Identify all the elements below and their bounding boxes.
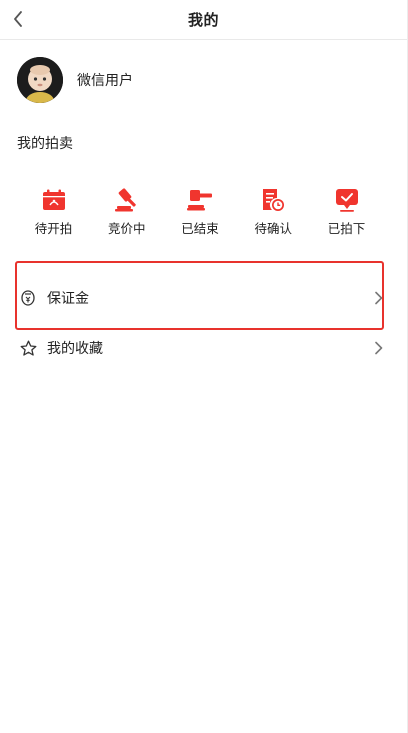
document-clock-icon	[259, 186, 287, 214]
status-label: 已拍下	[327, 221, 366, 236]
user-profile[interactable]: 微信用户	[17, 56, 133, 104]
avatar[interactable]	[17, 57, 63, 103]
chevron-right-icon	[375, 291, 383, 305]
star-icon	[19, 339, 37, 357]
status-bidding[interactable]: 竞价中	[90, 186, 163, 237]
auction-status-row: 待开拍 竞价中 已结束 待确认 已拍下	[17, 186, 383, 237]
calendar-icon	[40, 186, 68, 214]
hammer-icon	[186, 186, 214, 214]
status-label: 已结束	[181, 221, 219, 236]
status-ended[interactable]: 已结束	[164, 186, 237, 237]
menu-item-label: 保证金	[47, 291, 89, 307]
status-pending-confirm[interactable]: 待确认	[237, 186, 310, 237]
username: 微信用户	[77, 73, 133, 89]
chevron-right-icon	[375, 341, 383, 355]
menu-item-label: 我的收藏	[47, 341, 103, 357]
my-auctions-heading: 我的拍卖	[17, 136, 73, 152]
status-label: 待确认	[254, 221, 292, 236]
status-won[interactable]: 已拍下	[310, 186, 383, 237]
check-chat-icon	[333, 186, 361, 214]
status-label: 竞价中	[107, 221, 146, 236]
status-pending-start[interactable]: 待开拍	[17, 186, 90, 237]
deposit-coin-icon	[19, 289, 37, 307]
page-title: 我的	[187, 11, 219, 29]
top-bar: 我的	[0, 0, 407, 40]
status-label: 待开拍	[34, 221, 73, 236]
menu-item-favorites[interactable]: 我的收藏	[16, 330, 384, 366]
menu-item-deposit[interactable]: 保证金	[16, 280, 384, 316]
gavel-icon	[113, 186, 141, 214]
my-page: 我的 微信用户 我的拍卖 待开拍 竞价中 已结束 待确认 已拍下 保证金 我的收…	[0, 0, 408, 733]
